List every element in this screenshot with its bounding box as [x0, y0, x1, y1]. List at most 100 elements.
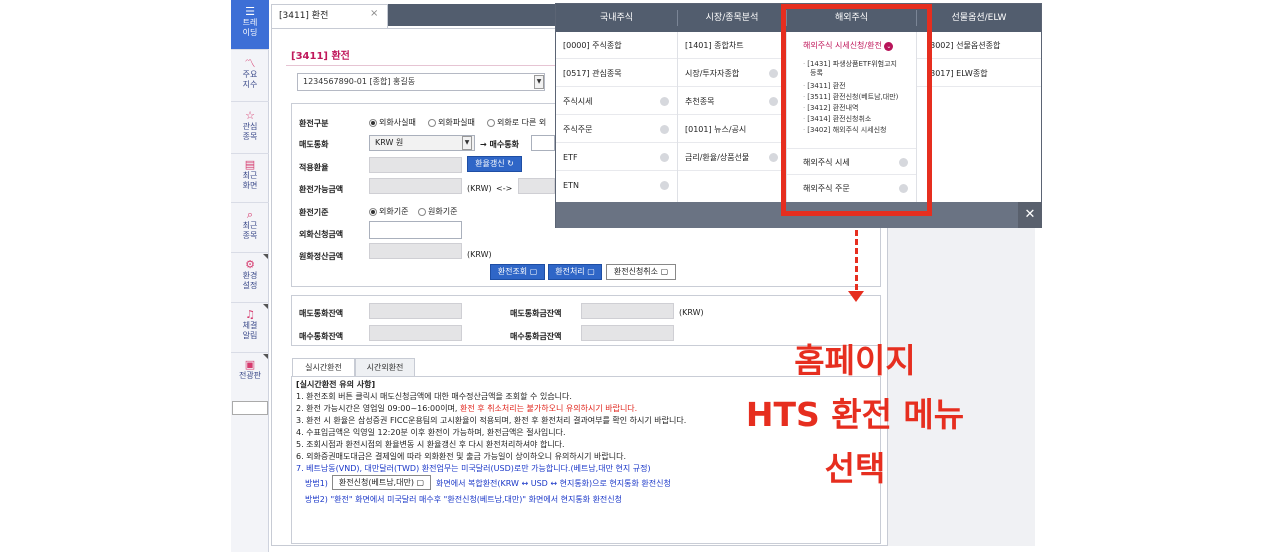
chart-line-icon: 〽 — [244, 57, 256, 70]
buy-avail-field — [581, 325, 674, 341]
exchange-query-button[interactable]: 환전조회 ▢ — [490, 264, 545, 280]
menu-item-label: 금리/환율/상품선물 — [685, 153, 750, 162]
method1-prefix: 방법1) — [305, 479, 328, 488]
account-select[interactable]: 1234567890-01 [종합] 홍길동 — [297, 73, 545, 91]
menu-item-label: 시장/투자자종합 — [685, 69, 740, 78]
sidebar-item-label: 관심종목 — [242, 122, 258, 141]
rate-refresh-button[interactable]: 환율갱신 ↻ — [467, 156, 522, 172]
board-icon: ▣ — [244, 358, 256, 371]
krw-settle-unit: (KRW) — [467, 250, 492, 259]
sidebar-item-label: 체결알림 — [242, 321, 258, 340]
calendar-icon: ▤ — [244, 158, 256, 171]
corner-indicator — [263, 354, 268, 359]
method2-text: 방법2) "환전" 화면에서 미국달러 매수후 "환전신청(베트남,대만)" 화… — [305, 495, 623, 504]
balance-unit: (KRW) — [679, 308, 704, 317]
menu-item[interactable]: 주식시세 — [556, 88, 677, 115]
menu-item-label: 추천종목 — [685, 97, 715, 106]
available-amount-field — [369, 178, 462, 194]
menu-item[interactable]: ETN — [556, 172, 677, 199]
radio-icon — [487, 118, 495, 127]
menu-item[interactable]: [3017] ELW종합 — [917, 60, 1041, 87]
menu-item[interactable]: ETF — [556, 144, 677, 171]
button-label: 환전신청(베트남,대만) — [338, 478, 414, 487]
radio-label: 외화파실때 — [438, 118, 475, 127]
menu-item[interactable]: 주식주문 — [556, 116, 677, 143]
available-amount-label: 환전가능금액 — [299, 185, 344, 194]
caption-line-2: HTS 환전 메뉴 — [745, 395, 965, 434]
bell-icon: ♫ — [245, 308, 255, 321]
expand-dot-icon — [660, 97, 669, 106]
tab-afterhours-exchange[interactable]: 시간외환전 — [355, 358, 415, 376]
vietnam-taiwan-exchange-button[interactable]: 환전신청(베트남,대만) ▢ — [332, 475, 431, 490]
radio-selected-icon — [369, 118, 377, 127]
note-line: 7. 베트남동(VND), 대만달러(TWD) 환전업무는 미국달러(USD)로… — [296, 464, 651, 473]
arrow-line — [855, 230, 858, 290]
radio-label: 외화기준 — [379, 207, 409, 216]
left-sidebar: ☰ 트레이딩 〽 주요지수 ☆ 관심종목 ▤ 최근화면 ⌕ 최근종목 ⚙ 환경설… — [231, 0, 269, 552]
menu-item[interactable]: [0101] 뉴스/공시 — [678, 116, 786, 143]
sidebar-item-recent-screens[interactable]: ▤ 최근화면 — [231, 153, 269, 203]
menu-item[interactable]: [0517] 관심종목 — [556, 60, 677, 87]
menu-item[interactable]: [0000] 주식종합 — [556, 32, 677, 59]
expand-dot-icon — [660, 181, 669, 190]
menu-item[interactable]: 금리/환율/상품선물 — [678, 144, 786, 171]
sidebar-item-indices[interactable]: 〽 주요지수 — [231, 52, 269, 102]
menu-item-label: [0101] 뉴스/공시 — [685, 125, 747, 134]
exchange-type-label: 환전구분 — [299, 119, 329, 128]
sidebar-item-alerts[interactable]: ♫ 체결알림 — [231, 303, 269, 353]
radio-selected-icon — [369, 207, 377, 216]
method1-text: 화면에서 복합환전(KRW ↔ USD ↔ 현지통화)으로 현지통화 환전신청 — [436, 479, 671, 488]
expand-dot-icon — [769, 97, 778, 106]
available-unit: (KRW) — [467, 184, 492, 193]
radio-krw-basis[interactable]: 원화기준 — [418, 206, 457, 217]
tab-label: 시간외환전 — [366, 363, 404, 372]
basis-label: 환전기준 — [299, 208, 329, 217]
menu-header-futures[interactable]: 선물옵션/ELW — [917, 4, 1041, 32]
sidebar-item-trading[interactable]: ☰ 트레이딩 — [231, 0, 269, 50]
menu-header-domestic[interactable]: 국내주식 — [556, 4, 677, 32]
menu-item[interactable]: 추천종목 — [678, 88, 786, 115]
sidebar-item-favorites[interactable]: ☆ 관심종목 — [231, 104, 269, 154]
fx-request-input[interactable] — [369, 221, 462, 239]
menu-item[interactable]: [3002] 선물옵션종합 — [917, 32, 1041, 59]
arrow-down-icon — [848, 291, 864, 302]
tab-realtime-exchange[interactable]: 실시간환전 — [292, 358, 355, 376]
caption-line-1: 홈페이지 — [794, 341, 916, 380]
exchange-cancel-button[interactable]: 환전신청취소 ▢ — [606, 264, 676, 280]
rate-label: 적용환율 — [299, 163, 329, 172]
fx-request-label: 외화신청금액 — [299, 230, 344, 239]
sidebar-item-recent-stocks[interactable]: ⌕ 최근종목 — [231, 203, 269, 253]
tab-label: [3411] 환전 — [279, 11, 329, 21]
expand-dot-icon — [660, 153, 669, 162]
radio-buy-fx[interactable]: 외화사실때 — [369, 117, 416, 128]
menu-item[interactable]: [1401] 종합차트 — [678, 32, 786, 59]
tab-close-icon[interactable]: × — [370, 8, 378, 19]
krw-settle-label: 원화정산금액 — [299, 252, 344, 261]
radio-sell-fx[interactable]: 외화파실때 — [428, 117, 475, 128]
caption-line-3: 선택 — [824, 449, 886, 488]
exchange-process-button[interactable]: 환전처리 ▢ — [548, 264, 602, 280]
chevron-down-icon[interactable]: ▼ — [462, 136, 472, 150]
sell-avail-field — [581, 303, 674, 319]
note-line: 5. 조회시점과 환전시점의 환율변동 시 환율갱신 후 다시 환전처리하셔야 … — [296, 440, 565, 449]
note-line: 2. 환전 가능시간은 영업일 09:00~16:00이며, 환전 후 취소처리… — [296, 404, 637, 415]
chevron-down-icon[interactable]: ▼ — [534, 75, 544, 89]
note-line: 6. 외화증권매도대금은 결제일에 따라 외화환전 및 출금 가능일이 상이하오… — [296, 452, 627, 461]
expand-dot-icon — [769, 153, 778, 162]
corner-indicator — [263, 304, 268, 309]
radio-label: 외화사실때 — [379, 118, 416, 127]
sidebar-code-input[interactable] — [232, 401, 268, 415]
page-title: [3411] 환전 — [291, 51, 350, 62]
sell-currency-select[interactable]: KRW 원 — [369, 135, 475, 151]
radio-fx-basis[interactable]: 외화기준 — [369, 206, 408, 217]
sidebar-item-settings[interactable]: ⚙ 환경설정 — [231, 253, 269, 303]
sidebar-item-board[interactable]: ▣ 전광판 — [231, 353, 269, 403]
menu-close-icon[interactable]: ✕ — [1018, 202, 1042, 228]
tab-label: 실시간환전 — [305, 363, 342, 372]
radio-fx-to-fx[interactable]: 외화로 다른 외 — [487, 117, 546, 128]
menu-item[interactable]: 시장/투자자종합 — [678, 60, 786, 87]
menu-header-analysis[interactable]: 시장/종목분석 — [678, 4, 786, 32]
menu-item-label: [3002] 선물옵션종합 — [927, 41, 1001, 50]
menu-item-label: [0000] 주식종합 — [563, 41, 622, 50]
buy-currency-select[interactable] — [531, 135, 555, 151]
